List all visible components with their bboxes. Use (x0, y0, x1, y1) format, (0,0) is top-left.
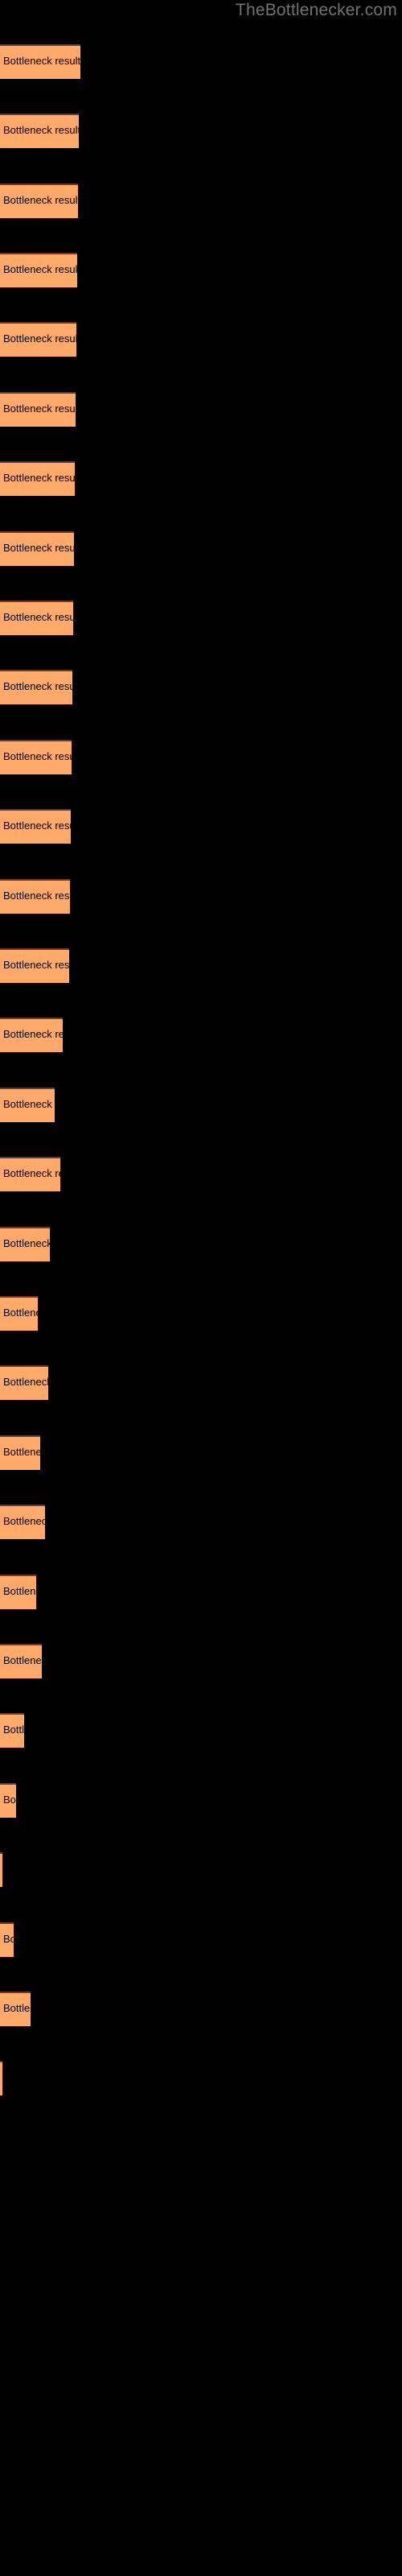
bar-label: Bottleneck result (3, 124, 79, 136)
bar-label: Bottleneck result (3, 1167, 60, 1179)
bar[interactable]: Bottleneck result (0, 670, 72, 704)
bar[interactable]: Bottleneck result (0, 1505, 45, 1539)
bar-label: Bottleneck result (3, 890, 70, 902)
bar-label: Bottleneck result (3, 959, 69, 971)
bar-label: Bottleneck result (3, 819, 71, 832)
bar[interactable]: Bottleneck result (0, 1713, 24, 1748)
bar-label: Bottleneck result (3, 1376, 48, 1388)
bar[interactable]: Bottleneck result (0, 1296, 38, 1331)
bar[interactable]: Bottleneck result (0, 1088, 55, 1122)
bar[interactable]: Bottleneck result (0, 809, 71, 844)
bar[interactable]: Bottleneck result (0, 44, 80, 79)
bar[interactable]: Bottleneck result (0, 1365, 48, 1400)
bar-label: Bottleneck result (3, 611, 73, 623)
bar-label: Bottleneck result (3, 1515, 45, 1527)
bar[interactable]: Bottleneck result (0, 1018, 63, 1052)
bar[interactable]: Bottleneck result (0, 2061, 2, 2095)
bar[interactable]: Bottleneck result (0, 531, 74, 566)
bar-label: Bottleneck result (3, 332, 76, 345)
bar-label: Bottleneck result (3, 542, 74, 554)
bar-label: Bottleneck result (3, 402, 76, 415)
bottleneck-bar-chart: Bottleneck result Bottleneck result Bottle… (0, 0, 402, 2576)
bar-label: Bottleneck result (3, 1446, 40, 1458)
bar[interactable]: Bottleneck result (0, 1922, 14, 1957)
bar[interactable]: Bottleneck result (0, 184, 78, 218)
bar-label: Bottleneck result (3, 1307, 38, 1319)
bar-label: Bottleneck result (3, 55, 80, 67)
bar[interactable]: Bottleneck result (0, 1644, 42, 1678)
bar-label: Bottleneck result (3, 1237, 50, 1249)
bar[interactable]: Bottleneck result (0, 1575, 36, 1609)
bar[interactable]: Bottleneck result (0, 322, 76, 357)
bar[interactable]: Bottleneck result (0, 1227, 50, 1261)
bar-label: Bottleneck result (3, 750, 72, 762)
bar[interactable]: Bottleneck result (0, 253, 77, 287)
bar[interactable]: Bottleneck result (0, 601, 73, 635)
bar-label: Bottleneck result (3, 680, 72, 692)
bar[interactable]: Bottleneck result (0, 1157, 60, 1191)
bar-label: Bottleneck result (3, 1028, 63, 1040)
bar-label: Bottleneck result (3, 1724, 24, 1736)
bar[interactable]: Bottleneck result (0, 1852, 2, 1887)
bar[interactable]: Bottleneck result (0, 392, 76, 427)
bar[interactable]: Bottleneck result (0, 114, 79, 148)
bar-label: Bottleneck result (3, 263, 77, 275)
bar-label: Bottleneck result (3, 2002, 31, 2014)
bar[interactable]: Bottleneck result (0, 1992, 31, 2026)
bar-label: Bottleneck result (3, 1654, 42, 1666)
bar-label: Bottleneck result (3, 1098, 55, 1110)
bar[interactable]: Bottleneck result (0, 1435, 40, 1470)
bar-label: Bottleneck result (3, 1933, 14, 1945)
bar[interactable]: Bottleneck result (0, 1783, 16, 1818)
bar[interactable]: Bottleneck result (0, 740, 72, 774)
bar[interactable]: Bottleneck result (0, 461, 75, 496)
bar[interactable]: Bottleneck result (0, 879, 70, 914)
bar-label: Bottleneck result (3, 472, 75, 484)
bar-label: Bottleneck result (3, 1585, 36, 1597)
bar-label: Bottleneck result (3, 194, 78, 206)
bar[interactable]: Bottleneck result (0, 948, 69, 983)
bar-label: Bottleneck result (3, 1794, 16, 1806)
